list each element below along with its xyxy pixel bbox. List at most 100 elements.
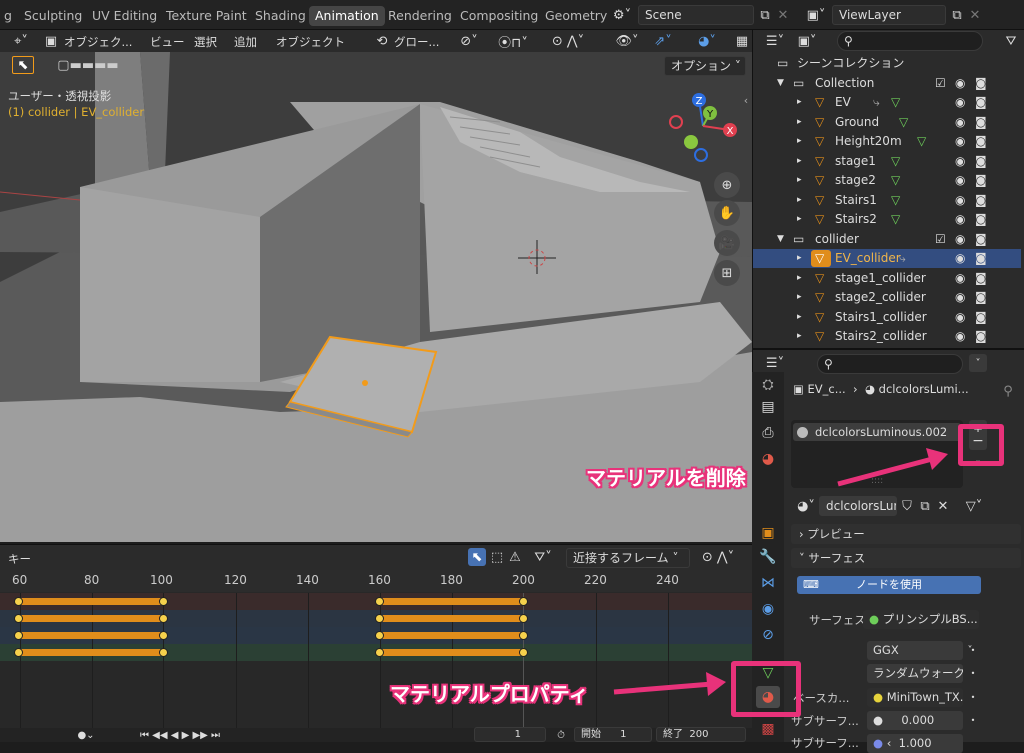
tab-shading[interactable]: Shading (249, 6, 312, 26)
tab-compositing[interactable]: Compositing (454, 6, 544, 26)
keyframe[interactable] (159, 648, 168, 657)
tool-tab-icon[interactable]: ⛭ (756, 374, 780, 396)
pivot-icon[interactable]: ⊘˅ (454, 31, 484, 51)
tab-partial[interactable]: g (0, 6, 18, 26)
link-mode-icon[interactable]: ▽˅ (959, 496, 989, 516)
outliner-row-stairs1-collider[interactable]: ▸ ▽ Stairs1_collider ◉ ◙ (753, 308, 1021, 327)
constraints-tab-icon[interactable]: ⊘ (756, 624, 780, 646)
render-tab-icon[interactable]: ▤ (756, 396, 780, 418)
transform-orientation[interactable]: グロー... (394, 34, 439, 50)
view-layer-icon[interactable]: ▣˅ (802, 5, 830, 25)
key-hold-bar[interactable] (380, 598, 524, 605)
menu-object-mode[interactable]: オブジェク... (64, 34, 132, 50)
use-nodes-button[interactable]: ⌨ ノードを使用 (797, 576, 981, 594)
camera-view-icon[interactable]: 🎥 (714, 230, 740, 256)
material-slot-item[interactable]: dclcolorsLuminous.002 (793, 423, 961, 441)
proportional-edit-timeline-icon[interactable]: ⊙ ⋀˅ (694, 548, 742, 566)
outliner-row-ev[interactable]: ▸ ▽ EV ⤷ ▽ ◉ ◙ (753, 93, 1021, 112)
tab-animation[interactable]: Animation (309, 6, 385, 26)
keyframe[interactable] (375, 597, 384, 606)
key-hold-bar[interactable] (18, 598, 164, 605)
object-tab-icon[interactable]: ▣ (756, 522, 780, 544)
outliner-row-collider[interactable]: ▼ ▭ collider ☑ ◉ ◙ (753, 230, 1021, 249)
keyframe-dot-icon[interactable]: • (969, 643, 977, 657)
browse-material-icon[interactable]: ◕˅ (793, 496, 819, 516)
keyframe[interactable] (519, 648, 528, 657)
outliner-row-stairs1[interactable]: ▸ ▽ Stairs1 ▽ ◉ ◙ (753, 191, 1021, 210)
close-scene-icon[interactable]: ✕ (776, 5, 790, 25)
tab-rendering[interactable]: Rendering (382, 6, 458, 26)
keyframe[interactable] (14, 597, 23, 606)
tab-sculpting[interactable]: Sculpting (18, 6, 88, 26)
selection-mode-icons[interactable]: ▢▬▬▬▬ (38, 56, 138, 74)
keyframe[interactable] (159, 614, 168, 623)
new-scene-icon[interactable]: ⧉ (756, 5, 774, 25)
key-hold-bar[interactable] (380, 649, 524, 656)
key-hold-bar[interactable] (380, 632, 524, 639)
keyframe[interactable] (375, 614, 384, 623)
tab-geometry[interactable]: Geometry (539, 6, 613, 26)
scene-tab-icon[interactable]: ◕ (756, 448, 780, 470)
subsurface-field[interactable]: ● 0.000 (867, 711, 963, 730)
keyframe[interactable] (519, 631, 528, 640)
pin-icon[interactable]: ⚲ (999, 382, 1017, 400)
outliner-row-stairs2-collider[interactable]: ▸ ▽ Stairs2_collider ◉ ◙ (753, 327, 1021, 346)
key-hold-bar[interactable] (18, 649, 164, 656)
keyframe-dot-icon[interactable]: • (969, 690, 977, 704)
outliner-row-stage1[interactable]: ▸ ▽ stage1 ▽ ◉ ◙ (753, 152, 1021, 171)
outliner-search-input[interactable]: ⚲ (837, 31, 983, 51)
outliner-row-height20m[interactable]: ▸ ▽ Height20m ▽ ◉ ◙ (753, 132, 1021, 151)
scene-selector-icon[interactable]: ⚙˅ (608, 5, 636, 25)
keyframe[interactable] (375, 631, 384, 640)
close-view-layer-icon[interactable]: ✕ (968, 5, 982, 25)
subsurface-method-dropdown[interactable]: ランダムウォーク (867, 664, 963, 683)
base-color-field[interactable]: ● MiniTown_TX.p... (867, 688, 963, 707)
keyframe-dot-icon[interactable]: • (969, 713, 977, 727)
visibility-icon[interactable]: 👁˅ (612, 31, 642, 51)
new-view-layer-icon[interactable]: ⧉ (948, 5, 966, 25)
outliner-row-stage1-collider[interactable]: ▸ ▽ stage1_collider ◉ ◙ (753, 269, 1021, 288)
menu-view[interactable]: ビュー (150, 34, 185, 50)
pan-hand-icon[interactable]: ✋ (714, 200, 740, 226)
select-tool-icon[interactable]: ⬉ (12, 56, 34, 74)
filter-icon[interactable]: ⛛˅ (528, 548, 558, 566)
transform-orientation-icon[interactable]: ⟲ (372, 31, 392, 51)
output-tab-icon[interactable]: ⎙ (756, 422, 780, 444)
editor-type-icon[interactable]: ⌖˅ (6, 31, 36, 51)
outliner-editor-icon[interactable]: ☰˅ (761, 32, 789, 50)
distribution-dropdown[interactable]: GGX (867, 641, 963, 660)
properties-editor-icon[interactable]: ☰˅ (761, 354, 789, 372)
outliner-row-collection[interactable]: ▼ ▭ Collection ☑ ◉ ◙ (753, 74, 1021, 93)
tab-texture-paint[interactable]: Texture Paint (160, 6, 253, 26)
menu-object[interactable]: オブジェクト (276, 34, 345, 50)
view-layer-field[interactable]: ViewLayer (832, 5, 946, 25)
gizmo-icon[interactable]: ⇗˅ (648, 31, 678, 51)
properties-search-input[interactable]: ⚲ (817, 354, 963, 374)
menu-add[interactable]: 追加 (234, 34, 257, 50)
keyframe[interactable] (519, 597, 528, 606)
outliner-row-ev-collider[interactable]: ▸ ▽ EV_collider ⤷ ◉ ◙ (753, 249, 1021, 268)
stopwatch-icon[interactable]: ⏱ (552, 728, 570, 742)
interpolation-dropdown[interactable]: 近接するフレーム ˅ (566, 548, 690, 568)
surface-shader-field[interactable]: ● プリンシプルBS... (863, 610, 979, 629)
outliner-row-stage2[interactable]: ▸ ▽ stage2 ▽ ◉ ◙ (753, 171, 1021, 190)
hidden-channels-icon[interactable]: ⬚ (488, 548, 506, 566)
preview-panel-header[interactable]: › プレビュー (791, 524, 1021, 544)
keyframe[interactable] (159, 631, 168, 640)
navigation-gizmo[interactable]: Z Y X (666, 92, 746, 172)
key-hold-bar[interactable] (380, 615, 524, 622)
keyframe[interactable] (375, 648, 384, 657)
tab-uv-editing[interactable]: UV Editing (86, 6, 163, 26)
keyframe-dot-icon[interactable]: • (969, 666, 977, 680)
physics-tab-icon[interactable]: ◉ (756, 598, 780, 620)
surface-panel-header[interactable]: ˅ サーフェス (791, 548, 1021, 568)
perspective-grid-icon[interactable]: ⊞ (714, 260, 740, 286)
keyframe[interactable] (519, 614, 528, 623)
filter-funnel-icon[interactable]: ⛛ (1001, 32, 1021, 50)
properties-options-icon[interactable]: ˅ (969, 354, 987, 372)
options-dropdown[interactable]: オプション ˅ (664, 56, 746, 76)
scene-collection-row[interactable]: ▭ シーンコレクション (753, 54, 1021, 73)
outliner-row-stage2-collider[interactable]: ▸ ▽ stage2_collider ◉ ◙ (753, 288, 1021, 307)
keyframe[interactable] (14, 631, 23, 640)
keyframe[interactable] (159, 597, 168, 606)
